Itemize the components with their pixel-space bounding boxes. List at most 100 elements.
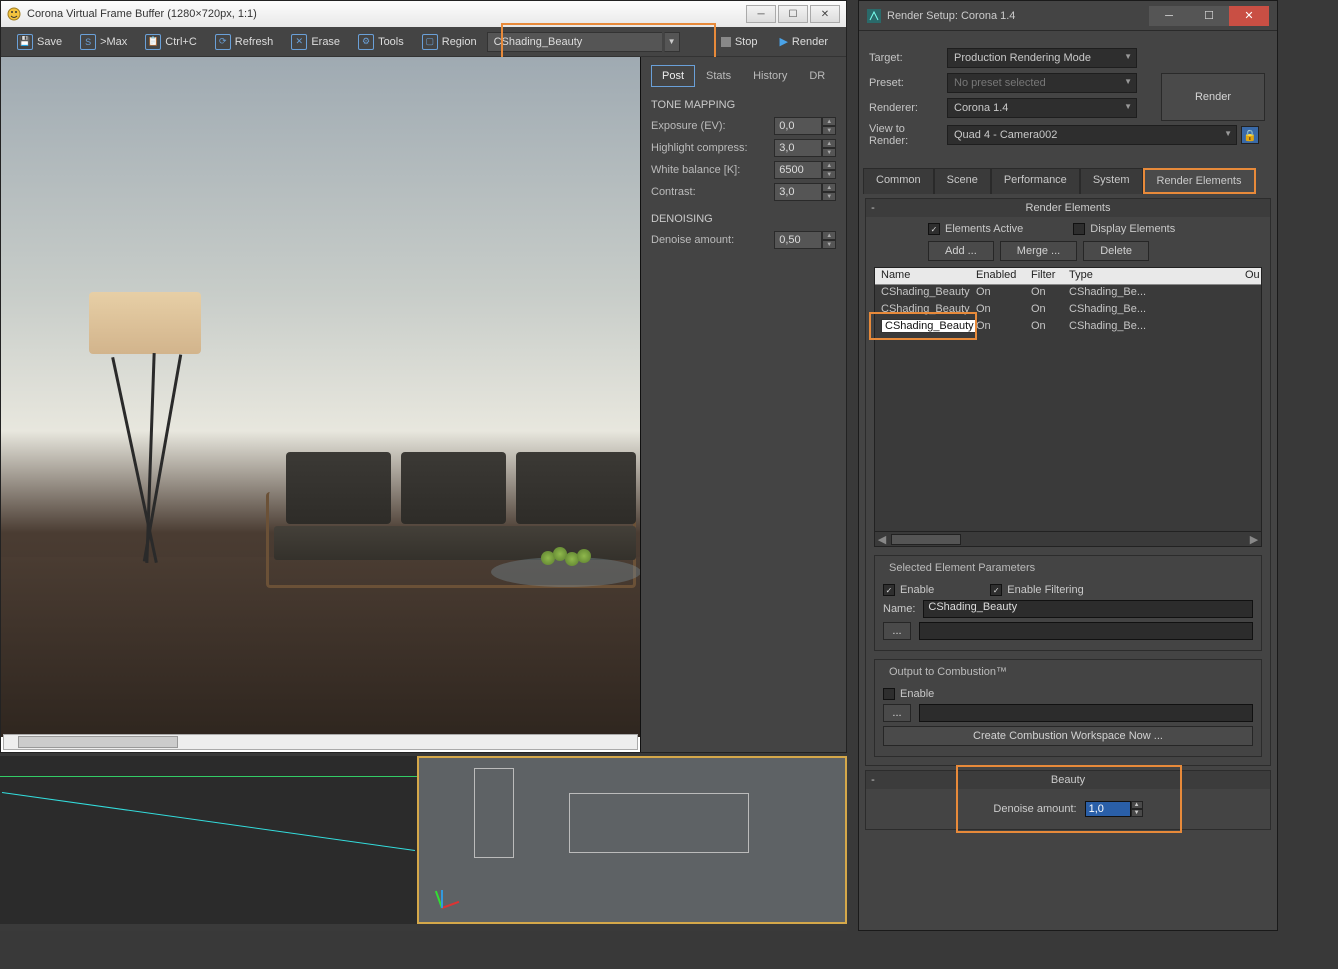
copy-icon: 📋 <box>145 34 161 50</box>
scrollbar-thumb[interactable] <box>891 534 961 545</box>
table-h-scrollbar[interactable]: ◀▶ <box>875 531 1261 546</box>
axis-gizmo-icon <box>431 882 457 908</box>
lock-view-button[interactable]: 🔒 <box>1241 126 1259 144</box>
target-select[interactable]: Production Rendering Mode▼ <box>947 48 1137 68</box>
exposure-label: Exposure (EV): <box>651 120 774 132</box>
view-select[interactable]: Quad 4 - Camera002▼ <box>947 125 1237 145</box>
render-elements-heading: Render Elements <box>1026 202 1111 214</box>
element-path-input[interactable] <box>919 622 1253 640</box>
perspective-viewport[interactable] <box>417 756 847 924</box>
beauty-heading: Beauty <box>1051 774 1085 786</box>
white-balance-label: White balance [K]: <box>651 164 774 176</box>
rs-titlebar[interactable]: Render Setup: Corona 1.4 ─ ☐ ✕ <box>859 1 1277 31</box>
minimize-button[interactable]: ─ <box>746 5 776 23</box>
checkmark-icon: ✓ <box>883 584 895 596</box>
lock-icon: 🔒 <box>1243 129 1257 142</box>
tab-render-elements[interactable]: Render Elements <box>1143 168 1256 194</box>
vfb-title-text: Corona Virtual Frame Buffer (1280×720px,… <box>27 8 257 20</box>
up-icon[interactable]: ▲ <box>822 117 836 126</box>
table-row[interactable]: CShading_Beauty On On CShading_Be... <box>875 285 1261 302</box>
rs-maximize-button[interactable]: ☐ <box>1189 6 1229 26</box>
exposure-spinner[interactable]: 0,0▲▼ <box>774 117 836 135</box>
copy-button[interactable]: 📋Ctrl+C <box>137 31 204 53</box>
white-balance-spinner[interactable]: 6500▲▼ <box>774 161 836 179</box>
tone-mapping-heading: TONE MAPPING <box>651 99 836 111</box>
curve-editor-viewport[interactable] <box>0 756 417 924</box>
erase-button[interactable]: ✕Erase <box>283 31 348 53</box>
down-icon[interactable]: ▼ <box>1131 809 1143 817</box>
renderer-select[interactable]: Corona 1.4▼ <box>947 98 1137 118</box>
table-row[interactable]: CShading_Beauty On On CShading_Be... <box>875 302 1261 319</box>
maximize-button[interactable]: ☐ <box>778 5 808 23</box>
region-button[interactable]: ▢Region <box>414 31 485 53</box>
add-button[interactable]: Add ... <box>928 241 994 261</box>
tab-dr[interactable]: DR <box>798 65 836 87</box>
element-name-input[interactable]: CShading_Beauty <box>923 600 1253 618</box>
elements-active-checkbox[interactable]: ✓Elements Active <box>928 223 1023 235</box>
tab-post[interactable]: Post <box>651 65 695 87</box>
vfb-side-panel: Post Stats History DR TONE MAPPING Expos… <box>641 57 846 752</box>
enable-filtering-checkbox[interactable]: ✓Enable Filtering <box>990 584 1083 596</box>
down-icon[interactable]: ▼ <box>822 126 836 135</box>
close-button[interactable]: ✕ <box>810 5 840 23</box>
target-label: Target: <box>869 52 947 64</box>
checkmark-icon: ✓ <box>990 584 1002 596</box>
tab-system[interactable]: System <box>1080 168 1143 194</box>
play-icon: ▶ <box>779 35 787 48</box>
tomax-button[interactable]: S>Max <box>72 31 135 53</box>
merge-button[interactable]: Merge ... <box>1000 241 1077 261</box>
chevron-down-icon: ▼ <box>1224 129 1232 138</box>
rs-title-text: Render Setup: Corona 1.4 <box>887 10 1015 22</box>
tab-scene[interactable]: Scene <box>934 168 991 194</box>
tab-performance[interactable]: Performance <box>991 168 1080 194</box>
collapse-toggle[interactable]: - <box>866 202 880 214</box>
smiley-icon <box>7 7 21 21</box>
display-elements-checkbox[interactable]: Display Elements <box>1073 223 1175 235</box>
save-button[interactable]: 💾Save <box>9 31 70 53</box>
render-button[interactable]: ▶Render <box>769 32 838 51</box>
selected-element-parameters: Selected Element Parameters ✓Enable ✓Ena… <box>874 555 1262 651</box>
rs-close-button[interactable]: ✕ <box>1229 6 1269 26</box>
combustion-enable-checkbox[interactable]: Enable <box>883 688 934 700</box>
chevron-down-icon: ▼ <box>1124 77 1132 86</box>
viewport-h-scrollbar[interactable] <box>3 734 638 750</box>
3dsmax-icon <box>867 9 881 23</box>
render-elements-table: Name Enabled Filter Type Ou CShading_Bea… <box>874 267 1262 547</box>
combustion-browse-button[interactable]: ... <box>883 704 911 722</box>
tab-history[interactable]: History <box>742 65 798 87</box>
beauty-panel: -Beauty Denoise amount: 1,0 ▲▼ <box>865 770 1271 830</box>
up-icon[interactable]: ▲ <box>1131 801 1143 809</box>
collapse-toggle[interactable]: - <box>866 774 880 786</box>
rs-minimize-button[interactable]: ─ <box>1149 6 1189 26</box>
scrollbar-thumb[interactable] <box>18 736 178 748</box>
render-pass-dropdown-icon[interactable]: ▼ <box>664 32 680 52</box>
tools-button[interactable]: ⚙Tools <box>350 31 412 53</box>
element-name-editor[interactable]: CShading_Beauty <box>881 319 978 333</box>
tools-icon: ⚙ <box>358 34 374 50</box>
refresh-button[interactable]: ⟳Refresh <box>207 31 282 53</box>
contrast-label: Contrast: <box>651 186 774 198</box>
table-header: Name Enabled Filter Type Ou <box>875 268 1261 285</box>
enable-checkbox[interactable]: ✓Enable <box>883 584 934 596</box>
browse-button[interactable]: ... <box>883 622 911 640</box>
combustion-path-input[interactable] <box>919 704 1253 722</box>
preset-select[interactable]: No preset selected▼ <box>947 73 1137 93</box>
checkmark-icon: ✓ <box>928 223 940 235</box>
tomax-icon: S <box>80 34 96 50</box>
stop-button[interactable]: Stop <box>711 33 768 51</box>
table-row[interactable]: CShading_Beauty On On CShading_Be... <box>875 319 1261 336</box>
beauty-denoise-spinner[interactable]: 1,0 ▲▼ <box>1085 801 1143 817</box>
render-pass-select[interactable]: CShading_Beauty <box>487 32 662 52</box>
tab-common[interactable]: Common <box>863 168 934 194</box>
vfb-titlebar[interactable]: Corona Virtual Frame Buffer (1280×720px,… <box>1 1 846 27</box>
denoise-amount-spinner[interactable]: 0,50▲▼ <box>774 231 836 249</box>
denoise-amount-label: Denoise amount: <box>651 234 774 246</box>
delete-button[interactable]: Delete <box>1083 241 1149 261</box>
contrast-spinner[interactable]: 3,0▲▼ <box>774 183 836 201</box>
tab-stats[interactable]: Stats <box>695 65 742 87</box>
save-icon: 💾 <box>17 34 33 50</box>
rs-render-button[interactable]: Render <box>1161 73 1265 121</box>
vfb-viewport[interactable] <box>1 57 641 752</box>
create-combustion-workspace-button[interactable]: Create Combustion Workspace Now ... <box>883 726 1253 746</box>
highlight-compress-spinner[interactable]: 3,0▲▼ <box>774 139 836 157</box>
